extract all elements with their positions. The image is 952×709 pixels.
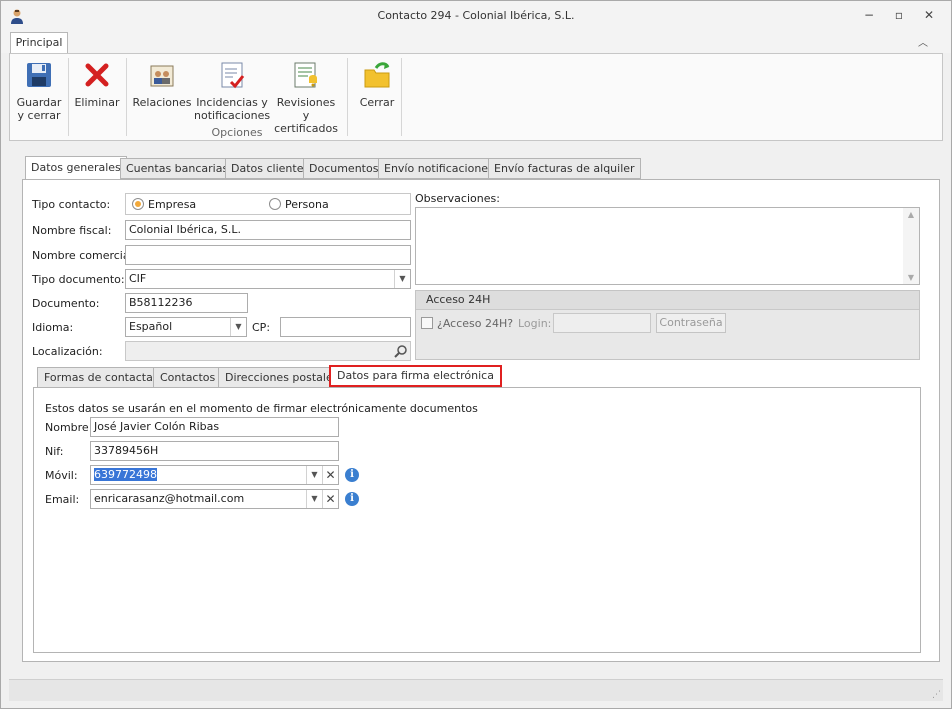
save-close-button[interactable]: Guardar y cerrar <box>12 54 66 140</box>
tab-documentos[interactable]: Documentos <box>303 158 385 179</box>
radio-persona[interactable] <box>269 198 281 210</box>
status-bar: ⋰ <box>9 679 943 701</box>
cp-input[interactable] <box>280 317 411 337</box>
chevron-down-icon[interactable]: ▼ <box>306 490 322 508</box>
delete-button[interactable]: Eliminar <box>70 54 124 140</box>
tab-cuentas-bancarias[interactable]: Cuentas bancarias <box>120 158 235 179</box>
delete-label: Eliminar <box>74 96 120 109</box>
subtab-formas-contactar[interactable]: Formas de contactar <box>37 367 165 388</box>
firma-movil-value: 639772498 <box>94 468 157 481</box>
close-icon[interactable]: ✕ <box>921 8 937 22</box>
info-icon[interactable]: i <box>345 492 359 506</box>
tab-principal[interactable]: Principal <box>10 32 68 54</box>
tipo-documento-label: Tipo documento: <box>32 273 125 286</box>
documento-input[interactable]: B58112236 <box>125 293 248 313</box>
contact-window: Contacto 294 - Colonial Ibérica, S.L. − … <box>0 0 952 709</box>
relaciones-label: Relaciones <box>132 96 192 109</box>
firma-movil-input[interactable]: 639772498 ▼ ✕ <box>90 465 339 485</box>
tab-datos-cliente[interactable]: Datos cliente <box>225 158 310 179</box>
radio-empresa[interactable] <box>132 198 144 210</box>
scroll-up-icon[interactable]: ▲ <box>903 210 919 219</box>
tab-datos-generales[interactable]: Datos generales <box>25 156 127 180</box>
chevron-down-icon[interactable]: ▼ <box>394 270 410 288</box>
firma-nif-label: Nif: <box>45 445 64 458</box>
window-title: Contacto 294 - Colonial Ibérica, S.L. <box>377 9 575 22</box>
close-form-label: Cerrar <box>359 96 395 109</box>
firma-nif-input[interactable]: 33789456H <box>90 441 339 461</box>
subtab-firma-electronica[interactable]: Datos para firma electrónica <box>329 365 502 387</box>
tab-envio-facturas[interactable]: Envío facturas de alquiler <box>488 158 641 179</box>
maximize-icon[interactable]: ▫ <box>891 8 907 22</box>
minimize-icon[interactable]: − <box>861 8 877 22</box>
nombre-fiscal-label: Nombre fiscal: <box>32 224 112 237</box>
subtab-direcciones-postales[interactable]: Direcciones postales <box>218 367 346 388</box>
resize-grip-icon[interactable]: ⋰ <box>932 690 941 700</box>
save-close-label: Guardar y cerrar <box>16 96 62 122</box>
observaciones-label: Observaciones: <box>415 192 500 205</box>
documento-label: Documento: <box>32 297 100 310</box>
acceso-24h-check-label: ¿Acceso 24H? <box>437 317 514 330</box>
folder-exit-icon <box>364 62 390 88</box>
checklist-icon <box>221 62 245 89</box>
ribbon: Guardar y cerrar Eliminar Relaciones Inc… <box>9 53 943 141</box>
password-button[interactable]: Contraseña <box>656 313 726 333</box>
idioma-value: Español <box>129 320 173 333</box>
chevron-down-icon[interactable]: ▼ <box>230 318 246 336</box>
nombre-comercial-input[interactable] <box>125 245 411 265</box>
clear-icon[interactable]: ✕ <box>322 490 338 508</box>
tipo-documento-select[interactable]: CIF ▼ <box>125 269 411 289</box>
radio-persona-label: Persona <box>285 198 329 211</box>
floppy-disk-icon <box>27 63 51 87</box>
idioma-label: Idioma: <box>32 321 74 334</box>
scroll-down-icon[interactable]: ▼ <box>903 273 919 282</box>
observaciones-textarea[interactable]: ▲ ▼ <box>415 207 920 285</box>
acceso-24h-group: Acceso 24H ¿Acceso 24H? Login: Contraseñ… <box>415 290 920 360</box>
firma-nombre-label: Nombre: <box>45 421 93 434</box>
localizacion-label: Localización: <box>32 345 103 358</box>
idioma-select[interactable]: Español ▼ <box>125 317 247 337</box>
close-form-button[interactable]: Cerrar <box>350 54 404 140</box>
collapse-ribbon-icon[interactable]: ︿ <box>915 34 931 49</box>
firma-email-value: enricarasanz@hotmail.com <box>94 492 245 505</box>
acceso-24h-header: Acceso 24H <box>416 291 919 310</box>
ribbon-tab-strip <box>1 31 951 53</box>
firma-intro: Estos datos se usarán en el momento de f… <box>45 402 478 415</box>
group-label-opciones: Opciones <box>211 126 263 139</box>
delete-x-icon <box>85 63 109 87</box>
acceso-24h-checkbox[interactable] <box>421 317 433 329</box>
tab-envio-notificaciones[interactable]: Envío notificaciones <box>378 158 500 179</box>
certificate-bell-icon <box>294 62 317 88</box>
tipo-contacto-label: Tipo contacto: <box>32 198 111 211</box>
nombre-fiscal-input[interactable]: Colonial Ibérica, S.L. <box>125 220 411 240</box>
localizacion-input[interactable] <box>125 341 411 361</box>
incidencias-label: Incidencias y notificaciones <box>194 96 271 122</box>
login-input[interactable] <box>553 313 651 333</box>
login-label: Login: <box>518 317 552 330</box>
firma-nombre-input[interactable]: José Javier Colón Ribas <box>90 417 339 437</box>
observaciones-scrollbar[interactable]: ▲ ▼ <box>903 208 919 284</box>
magnifier-icon[interactable] <box>394 344 408 358</box>
chevron-down-icon[interactable]: ▼ <box>306 466 322 484</box>
subtab-contactos[interactable]: Contactos <box>153 367 223 388</box>
cp-label: CP: <box>252 321 271 334</box>
tipo-documento-value: CIF <box>129 272 147 285</box>
nombre-comercial-label: Nombre comercial: <box>32 249 137 262</box>
info-icon[interactable]: i <box>345 468 359 482</box>
contacts-card-icon <box>150 65 174 87</box>
radio-empresa-label: Empresa <box>148 198 197 211</box>
firma-email-label: Email: <box>45 493 80 506</box>
firma-movil-label: Móvil: <box>45 469 78 482</box>
clear-icon[interactable]: ✕ <box>322 466 338 484</box>
firma-email-input[interactable]: enricarasanz@hotmail.com ▼ ✕ <box>90 489 339 509</box>
